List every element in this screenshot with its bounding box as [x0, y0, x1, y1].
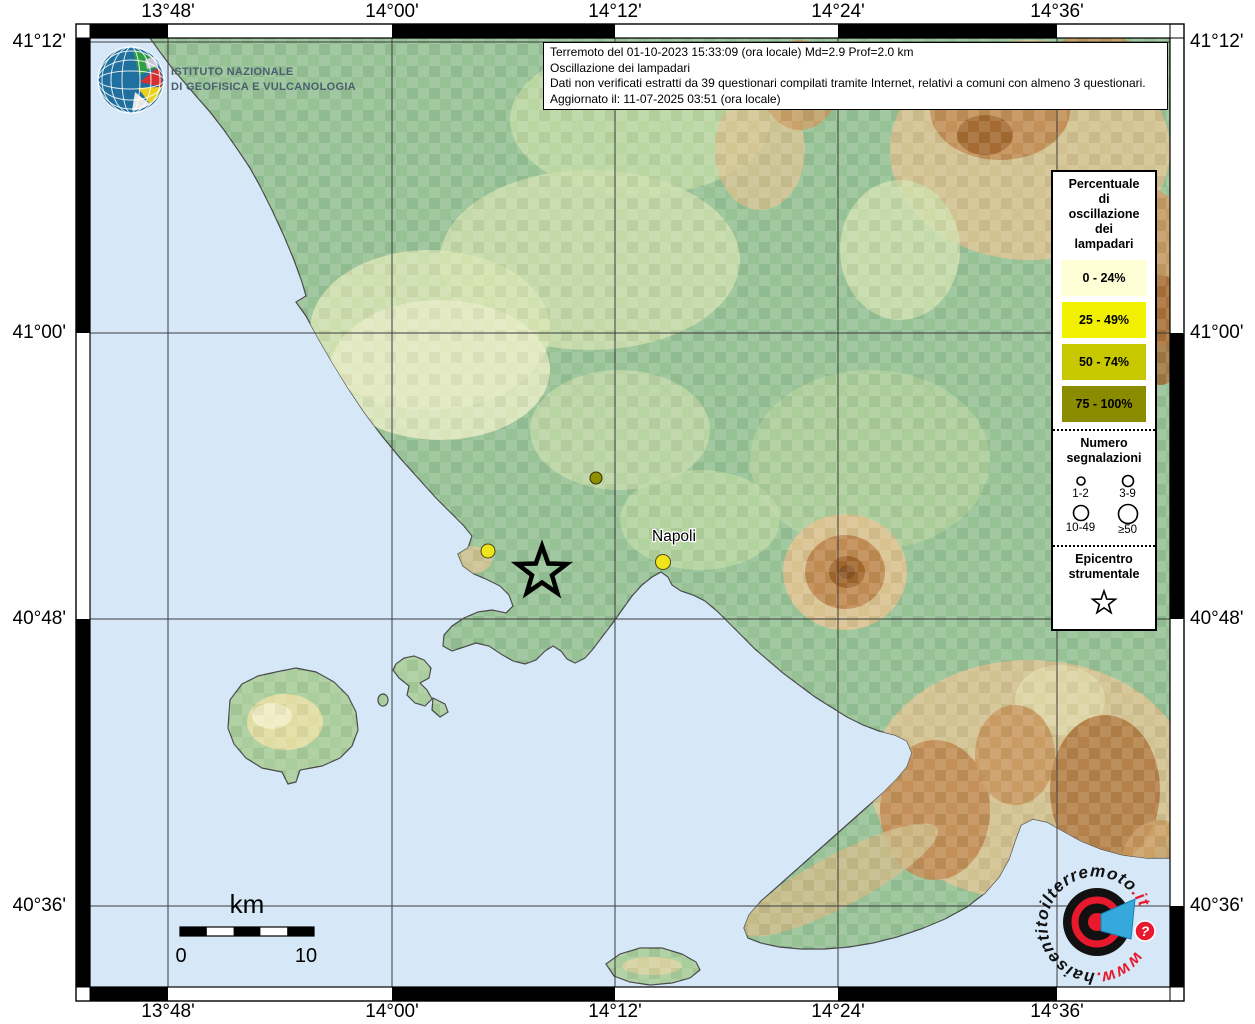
- scale-bar-unit: km: [230, 889, 265, 919]
- update-timestamp: Aggiornato il: 11-07-2025 03:51 (ora loc…: [550, 92, 1161, 108]
- ingv-name-line1: ISTITUTO NAZIONALE: [171, 66, 294, 78]
- legend-bin-3: 75 - 100%: [1062, 386, 1146, 422]
- signal-circle-10-49: [1073, 506, 1088, 521]
- axis-top-1348: 13°48': [141, 1, 195, 23]
- legend-bin-1-label: 25 - 49%: [1079, 313, 1129, 327]
- legend-signals-title: Numero segnalazioni: [1053, 431, 1155, 468]
- axis-left-4048: 40°48': [0, 608, 66, 630]
- signal-label-50plus: ≥50: [1118, 524, 1137, 536]
- axis-bottom-1348: 13°48': [141, 1001, 195, 1023]
- signal-circle-50plus: [1118, 505, 1137, 524]
- legend-bin-2: 50 - 74%: [1062, 344, 1146, 380]
- map-subject: Oscillazione dei lampadari: [550, 61, 1161, 77]
- axis-right-4036: 40°36': [1190, 895, 1244, 917]
- signal-class-50plus: ≥50: [1104, 500, 1151, 536]
- legend-bin-1: 25 - 49%: [1062, 302, 1146, 338]
- event-headline: Terremoto del 01-10-2023 15:33:09 (ora l…: [550, 45, 1161, 61]
- signal-class-1-2: 1-2: [1057, 468, 1104, 500]
- legend-bin-2-label: 50 - 74%: [1079, 355, 1129, 369]
- signal-circle-1-2: [1077, 477, 1085, 485]
- axis-right-4048: 40°48': [1190, 608, 1244, 630]
- ingv-felt-report-map: Napoli km 0 10 ISTITUTO NAZIONALE DI GEO…: [0, 0, 1255, 1024]
- epicenter-star-icon: [1089, 588, 1119, 616]
- city-label-napoli: Napoli: [652, 528, 696, 545]
- data-disclaimer: Dati non verificati estratti da 39 quest…: [550, 76, 1161, 92]
- event-info-box: Terremoto del 01-10-2023 15:33:09 (ora l…: [543, 42, 1168, 110]
- axis-left-4036: 40°36': [0, 895, 66, 917]
- axis-left-4112: 41°12': [0, 31, 66, 53]
- legend-panel: Percentuale di oscillazione dei lampadar…: [1051, 170, 1157, 631]
- axis-top-1436: 14°36': [1030, 1, 1084, 23]
- axis-top-1400: 14°00': [365, 1, 419, 23]
- axis-left-4100: 41°00': [0, 322, 66, 344]
- signal-circle-3-9: [1122, 476, 1133, 487]
- question-mark: ?: [1141, 923, 1150, 939]
- report-dot-west: [481, 544, 495, 558]
- scale-bar-end: 10: [295, 945, 317, 967]
- ingv-globe-icon: [98, 47, 164, 113]
- signal-size-key: 1-2 3-9 10-49 ≥50: [1053, 468, 1155, 538]
- axis-bottom-1412: 14°12': [588, 1001, 642, 1023]
- legend-bin-0: 0 - 24%: [1062, 260, 1146, 296]
- legend-percent-title: Percentuale di oscillazione dei lampadar…: [1053, 172, 1155, 254]
- axis-top-1424: 14°24': [811, 1, 865, 23]
- signal-label-3-9: 3-9: [1119, 488, 1136, 500]
- report-dot-napoli: [656, 555, 671, 570]
- axis-right-4112: 41°12': [1190, 31, 1244, 53]
- legend-bin-3-label: 75 - 100%: [1076, 397, 1133, 411]
- axis-bottom-1436: 14°36': [1030, 1001, 1084, 1023]
- signal-class-3-9: 3-9: [1104, 468, 1151, 500]
- signal-label-1-2: 1-2: [1072, 488, 1089, 500]
- ingv-name-line2: DI GEOFISICA E VULCANOLOGIA: [171, 81, 356, 93]
- axis-right-4100: 41°00': [1190, 322, 1244, 344]
- legend-epicenter-title: Epicentro strumentale: [1053, 547, 1155, 584]
- axis-bottom-1424: 14°24': [811, 1001, 865, 1023]
- axis-bottom-1400: 14°00': [365, 1001, 419, 1023]
- axis-top-1412: 14°12': [588, 1, 642, 23]
- report-dot-north: [590, 472, 602, 484]
- scale-bar-start: 0: [175, 945, 186, 967]
- signal-label-10-49: 10-49: [1066, 522, 1095, 534]
- legend-bin-0-label: 0 - 24%: [1082, 271, 1125, 285]
- signal-class-10-49: 10-49: [1057, 500, 1104, 536]
